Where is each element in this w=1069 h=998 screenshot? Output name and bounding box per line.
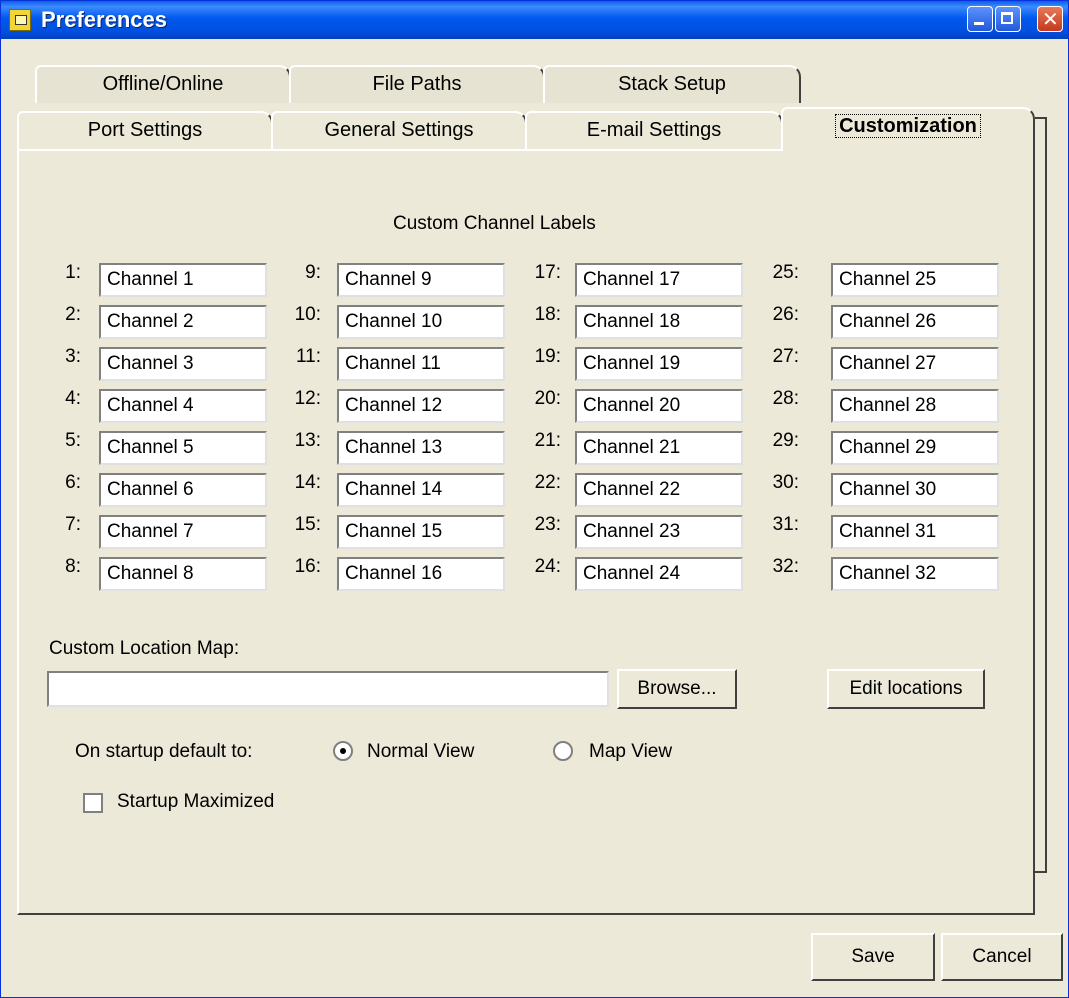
tab-email-settings[interactable]: E-mail Settings	[525, 111, 783, 149]
channel-label-input[interactable]	[575, 263, 743, 297]
channel-number-label: 13:	[294, 430, 321, 451]
channel-number-label: 9:	[305, 262, 321, 283]
channel-label-input[interactable]	[831, 473, 999, 507]
channel-label-input[interactable]	[575, 473, 743, 507]
preferences-window: Preferences ✕ Offline/Online File Paths …	[0, 0, 1069, 998]
channel-label-input[interactable]	[337, 305, 505, 339]
channel-label-input[interactable]	[831, 305, 999, 339]
channel-label-input[interactable]	[99, 557, 267, 591]
startup-maximized-label: Startup Maximized	[117, 791, 275, 812]
close-icon: ✕	[1042, 7, 1059, 31]
channel-label-input[interactable]	[99, 389, 267, 423]
channel-number-label: 16:	[294, 556, 321, 577]
channel-label-input[interactable]	[831, 515, 999, 549]
channel-label-input[interactable]	[99, 473, 267, 507]
channel-label-input[interactable]	[575, 347, 743, 381]
startup-maximized-checkbox[interactable]	[83, 793, 103, 813]
tab-port-settings[interactable]: Port Settings	[17, 111, 273, 149]
browse-button[interactable]: Browse...	[617, 669, 737, 709]
minimize-icon	[974, 22, 984, 25]
channel-number-label: 19:	[534, 346, 561, 367]
custom-channel-labels-title: Custom Channel Labels	[393, 213, 596, 234]
channel-number-label: 24:	[534, 556, 561, 577]
channel-number-label: 30:	[772, 472, 799, 493]
maximize-icon	[1001, 12, 1013, 24]
channel-label-input[interactable]	[575, 515, 743, 549]
channel-number-label: 11:	[295, 346, 321, 367]
channel-label-input[interactable]	[575, 431, 743, 465]
custom-location-map-input[interactable]	[47, 671, 609, 707]
panel-shadow	[1035, 117, 1047, 873]
maximize-button[interactable]	[995, 6, 1021, 32]
channel-label-input[interactable]	[337, 515, 505, 549]
startup-default-label: On startup default to:	[75, 741, 253, 762]
normal-view-label: Normal View	[367, 741, 475, 762]
app-icon	[9, 9, 31, 31]
tab-stack-setup[interactable]: Stack Setup	[543, 65, 801, 103]
channel-label-input[interactable]	[575, 389, 743, 423]
channel-number-label: 2:	[65, 304, 81, 325]
window-title: Preferences	[41, 7, 167, 32]
channel-number-label: 23:	[534, 514, 561, 535]
tab-offline-online[interactable]: Offline/Online	[35, 65, 291, 103]
tab-customization-label: Customization	[835, 114, 981, 138]
tab-customization[interactable]: Customization	[781, 107, 1035, 151]
channel-number-label: 12:	[294, 388, 321, 409]
channel-label-input[interactable]	[99, 431, 267, 465]
map-view-radio[interactable]	[553, 741, 573, 761]
channel-number-label: 18:	[534, 304, 561, 325]
tab-file-paths[interactable]: File Paths	[289, 65, 545, 103]
channel-label-input[interactable]	[337, 431, 505, 465]
channel-label-input[interactable]	[831, 263, 999, 297]
channel-label-input[interactable]	[337, 473, 505, 507]
channel-number-label: 31:	[772, 514, 799, 535]
channel-number-label: 28:	[772, 388, 799, 409]
custom-location-map-label: Custom Location Map:	[49, 638, 240, 659]
normal-view-radio[interactable]	[333, 741, 353, 761]
channel-number-label: 27:	[772, 346, 799, 367]
cancel-button[interactable]: Cancel	[941, 933, 1063, 981]
channel-number-label: 17:	[534, 262, 561, 283]
channel-label-input[interactable]	[831, 389, 999, 423]
close-button[interactable]: ✕	[1037, 6, 1063, 32]
channel-label-input[interactable]	[99, 305, 267, 339]
tab-general-settings[interactable]: General Settings	[271, 111, 527, 149]
channel-number-label: 1:	[65, 262, 81, 283]
channel-label-input[interactable]	[337, 347, 505, 381]
channel-label-input[interactable]	[337, 263, 505, 297]
channel-number-label: 10:	[294, 304, 321, 325]
channel-number-label: 6:	[65, 472, 81, 493]
channel-label-input[interactable]	[575, 305, 743, 339]
channel-label-input[interactable]	[831, 431, 999, 465]
channel-number-label: 21:	[534, 430, 561, 451]
channel-number-label: 4:	[65, 388, 81, 409]
channel-number-label: 3:	[65, 346, 81, 367]
channel-label-input[interactable]	[337, 389, 505, 423]
channel-label-input[interactable]	[99, 515, 267, 549]
channel-label-input[interactable]	[831, 347, 999, 381]
save-button[interactable]: Save	[811, 933, 935, 981]
channel-number-label: 15:	[294, 514, 321, 535]
channel-number-label: 26:	[772, 304, 799, 325]
channel-number-label: 29:	[772, 430, 799, 451]
channel-label-input[interactable]	[337, 557, 505, 591]
title-bar[interactable]: Preferences ✕	[1, 1, 1068, 39]
channel-label-input[interactable]	[99, 263, 267, 297]
map-view-label: Map View	[589, 741, 673, 762]
channel-number-label: 32:	[772, 556, 799, 577]
edit-locations-button[interactable]: Edit locations	[827, 669, 985, 709]
minimize-button[interactable]	[967, 6, 993, 32]
channel-number-label: 25:	[772, 262, 799, 283]
channel-number-label: 14:	[294, 472, 321, 493]
channel-number-label: 8:	[65, 556, 81, 577]
channel-number-label: 22:	[534, 472, 561, 493]
channel-label-input[interactable]	[831, 557, 999, 591]
channel-number-label: 5:	[65, 430, 81, 451]
channel-number-label: 7:	[65, 514, 81, 535]
channel-label-input[interactable]	[99, 347, 267, 381]
channel-label-input[interactable]	[575, 557, 743, 591]
channel-number-label: 20:	[534, 388, 561, 409]
